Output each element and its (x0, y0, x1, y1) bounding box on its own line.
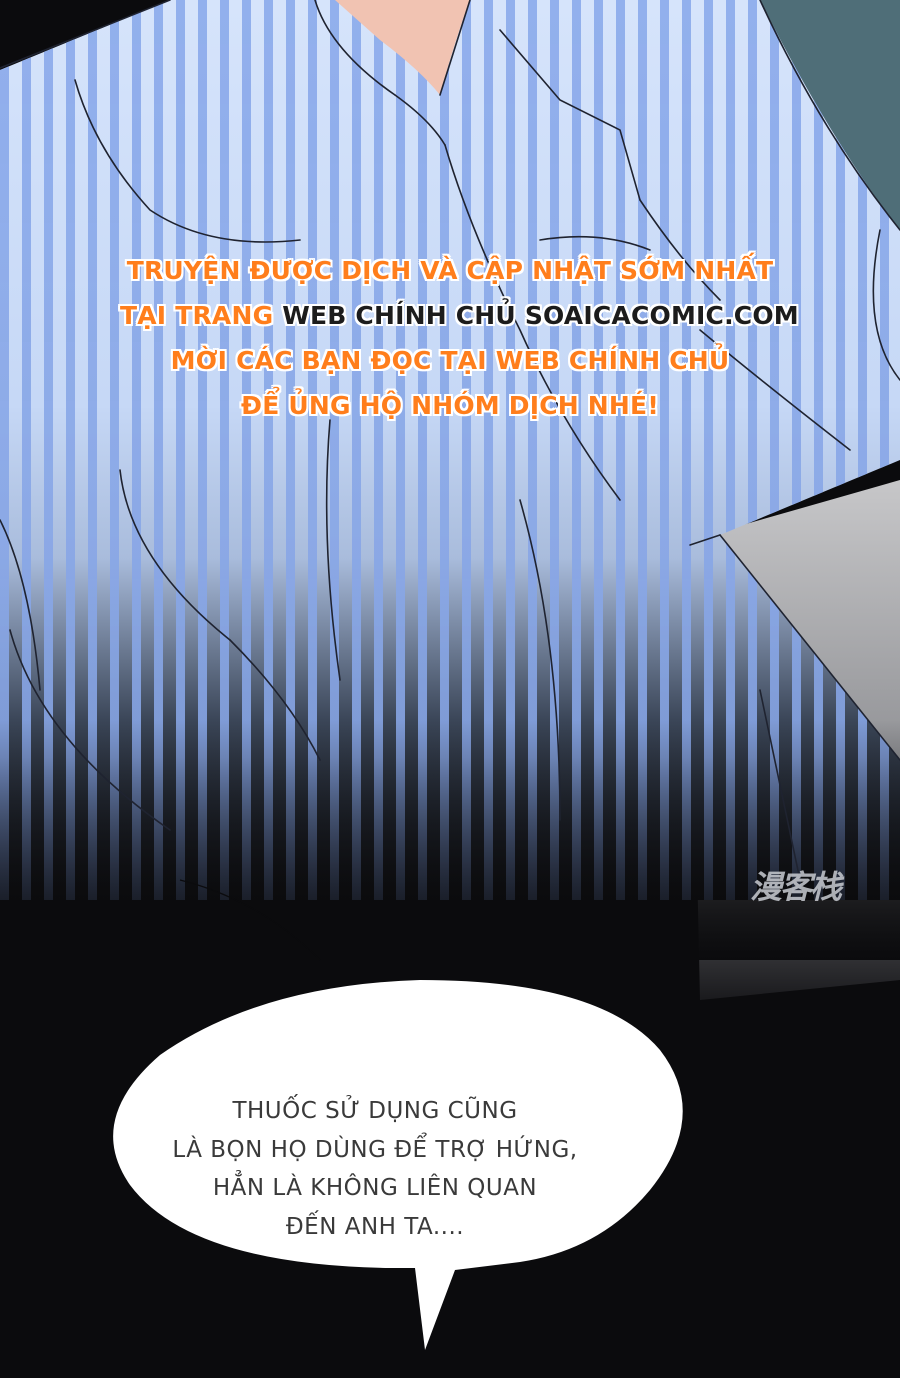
credit-line-1: TRUYỆN ĐƯỢC DỊCH VÀ CẬP NHẬT SỚM NHẤT (126, 256, 774, 285)
credit-line-2: TẠI TRANG WEB CHÍNH CHỦ SOAICACOMIC.COM (120, 293, 799, 338)
publisher-watermark: 漫客栈 (750, 868, 842, 906)
bubble-line-2: LÀ BỌN HỌ DÙNG ĐỂ TRỢ HỨNG, (172, 1136, 578, 1163)
translator-credit: TRUYỆN ĐƯỢC DỊCH VÀ CẬP NHẬT SỚM NHẤT TẠ… (120, 248, 799, 428)
bubble-line-4: ĐẾN ANH TA.... (285, 1213, 465, 1240)
credit-line-3: MỜI CÁC BẠN ĐỌC TẠI WEB CHÍNH CHỦ (170, 346, 730, 375)
credit-line-4: ĐỂ ỦNG HỘ NHÓM DỊCH NHÉ! (241, 391, 659, 420)
credit-website-link: WEB CHÍNH CHỦ SOAICACOMIC.COM (282, 301, 799, 330)
speech-bubble-text: THUỐC SỬ DỤNG CŨNG LÀ BỌN HỌ DÙNG ĐỂ TRỢ… (155, 1092, 595, 1246)
bubble-line-3: HẲN LÀ KHÔNG LIÊN QUAN (212, 1175, 538, 1201)
credit-line-2-prefix: TẠI TRANG (120, 301, 283, 330)
bubble-line-1: THUỐC SỬ DỤNG CŨNG (232, 1098, 518, 1124)
comic-panel: TRUYỆN ĐƯỢC DỊCH VÀ CẬP NHẬT SỚM NHẤT TẠ… (0, 0, 900, 1378)
